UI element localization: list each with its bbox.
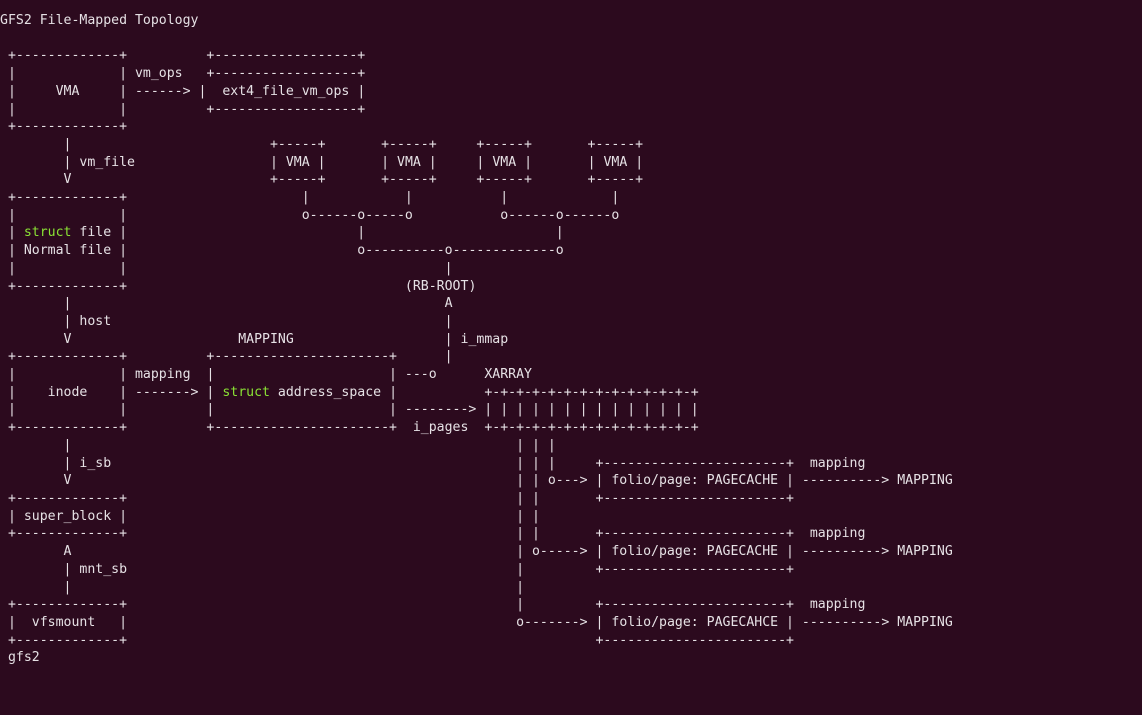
mapping-edge-label: mapping: [135, 367, 191, 382]
mapping-out-3: mapping: [810, 597, 866, 612]
struct-keyword: struct: [24, 225, 72, 240]
host-label: host: [79, 314, 111, 329]
vm-ops-label: vm_ops: [135, 66, 183, 81]
vfsmount-box: vfsmount: [32, 615, 96, 630]
i-sb-label: i_sb: [79, 456, 111, 471]
footer-label: gfs2: [8, 650, 40, 665]
mapping-out-1: mapping: [810, 456, 866, 471]
mnt-sb-label: mnt_sb: [79, 562, 127, 577]
vma-box-2: VMA: [286, 155, 310, 170]
mapping-target-2: MAPPING: [897, 544, 953, 559]
xarray-label: XARRAY: [484, 367, 532, 382]
inode-box: inode: [48, 385, 88, 400]
vm-file-label: vm_file: [79, 155, 135, 170]
super-block-box: super_block: [24, 509, 111, 524]
diagram-title: GFS2 File-Mapped Topology: [0, 13, 199, 28]
vma-box-3: VMA: [397, 155, 421, 170]
mapping-target-1: MAPPING: [897, 473, 953, 488]
folio-box-2: folio/page: PAGECACHE: [611, 544, 778, 559]
i-mmap-label: i_mmap: [461, 332, 509, 347]
vma-box-5: VMA: [603, 155, 627, 170]
normal-file-label: Normal file: [24, 243, 111, 258]
rb-root-label: (RB-ROOT): [405, 279, 476, 294]
mapping-target-3: MAPPING: [897, 615, 953, 630]
mapping-header: MAPPING: [238, 332, 294, 347]
vma-box: VMA: [56, 84, 80, 99]
mapping-out-2: mapping: [810, 526, 866, 541]
folio-box-3: folio/page: PAGECAHCE: [611, 615, 778, 630]
i-pages-label: i_pages: [413, 420, 469, 435]
ascii-diagram: GFS2 File-Mapped Topology +-------------…: [0, 0, 1142, 667]
vma-box-4: VMA: [492, 155, 516, 170]
folio-box-1: folio/page: PAGECACHE: [611, 473, 778, 488]
ext4-vm-ops-box: ext4_file_vm_ops: [222, 84, 349, 99]
struct-keyword-2: struct: [222, 385, 270, 400]
